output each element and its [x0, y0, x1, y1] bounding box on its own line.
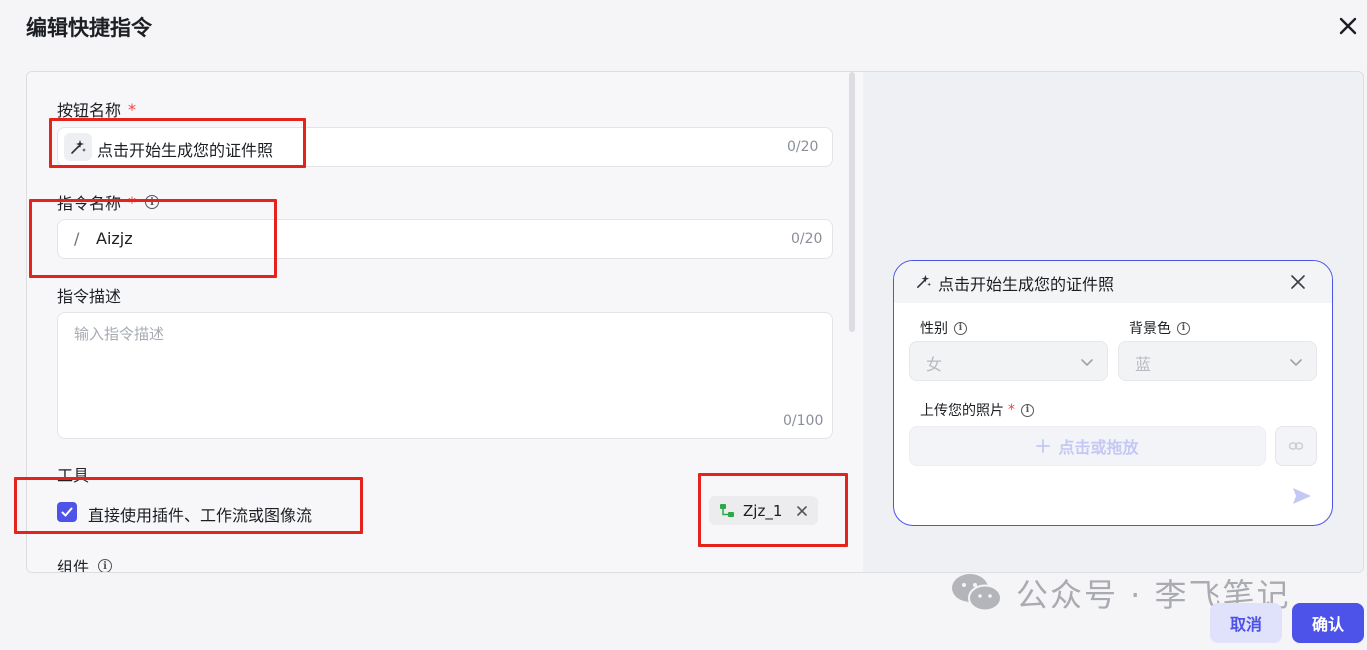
info-icon[interactable]: i: [98, 559, 113, 572]
send-icon[interactable]: [1291, 485, 1313, 507]
link-button[interactable]: [1275, 426, 1317, 466]
components-label: 组件 i: [57, 554, 113, 572]
command-name-input[interactable]: / Aizjz 0/20: [57, 219, 833, 259]
upload-button-label: 点击或拖放: [1058, 438, 1139, 457]
sparkle-icon[interactable]: [64, 133, 92, 161]
confirm-button[interactable]: 确认: [1292, 603, 1364, 643]
dialog-title: 编辑快捷指令: [26, 16, 152, 40]
command-desc-placeholder: 输入指令描述: [74, 325, 165, 343]
link-icon: [1288, 442, 1304, 450]
command-prefix: /: [74, 229, 80, 248]
command-desc-textarea[interactable]: 输入指令描述 0/100: [57, 312, 833, 439]
gender-label: 性别 i: [920, 318, 967, 338]
scrollbar[interactable]: [849, 72, 855, 332]
required-mark: *: [128, 192, 137, 212]
direct-plugin-label: 直接使用插件、工作流或图像流: [88, 506, 313, 525]
info-icon[interactable]: i: [954, 321, 967, 335]
upload-label: 上传您的照片 * i: [920, 400, 1034, 420]
bg-color-label: 背景色 i: [1129, 318, 1190, 338]
preview-title: 点击开始生成您的证件照: [938, 275, 1115, 294]
chip-remove-icon[interactable]: [796, 505, 808, 517]
info-icon[interactable]: i: [145, 195, 160, 209]
command-desc-count: 0/100: [783, 413, 824, 429]
tools-label: 工具: [57, 466, 90, 485]
command-name-value: Aizjz: [96, 229, 133, 248]
gender-value: 女: [926, 355, 943, 374]
chevron-down-icon: [1290, 359, 1302, 367]
wechat-icon: [952, 574, 1002, 612]
command-name-count: 0/20: [791, 231, 823, 247]
required-mark: *: [1008, 402, 1015, 418]
close-icon[interactable]: [1289, 273, 1307, 291]
direct-plugin-checkbox[interactable]: [57, 502, 77, 522]
sparkle-icon: [917, 274, 932, 288]
button-name-input[interactable]: 点击开始生成您的证件照 0/20: [57, 127, 833, 167]
form-area: 按钮名称 * 点击开始生成您的证件照 0/20 指令名称 * i / Aizjz 0/…: [27, 72, 863, 572]
info-icon[interactable]: i: [1021, 403, 1034, 417]
required-mark: *: [128, 99, 137, 119]
upload-button[interactable]: 点击或拖放: [909, 426, 1266, 466]
button-name-count: 0/20: [787, 139, 819, 155]
bg-color-select[interactable]: 蓝: [1118, 341, 1317, 381]
chevron-down-icon: [1081, 359, 1093, 367]
button-name-label: 按钮名称 *: [57, 99, 137, 121]
close-icon[interactable]: [1336, 14, 1360, 38]
plus-icon: [1036, 439, 1051, 453]
workflow-chip[interactable]: Zjz_1: [709, 496, 819, 525]
command-desc-label: 指令描述: [57, 287, 122, 306]
shortcut-preview-card: 点击开始生成您的证件照 性别 i 女 背景色 i 蓝 上传您的照片 * i 点击或拖放: [893, 260, 1333, 526]
preview-header: 点击开始生成您的证件照: [894, 261, 1332, 303]
command-name-label: 指令名称 * i: [57, 190, 160, 214]
workflow-icon: [720, 503, 734, 517]
gender-select[interactable]: 女: [909, 341, 1108, 381]
button-name-value: 点击开始生成您的证件照: [97, 141, 274, 160]
bg-color-value: 蓝: [1135, 355, 1152, 374]
cancel-button[interactable]: 取消: [1210, 603, 1282, 643]
info-icon[interactable]: i: [1177, 321, 1190, 335]
workflow-chip-label: Zjz_1: [743, 501, 783, 520]
